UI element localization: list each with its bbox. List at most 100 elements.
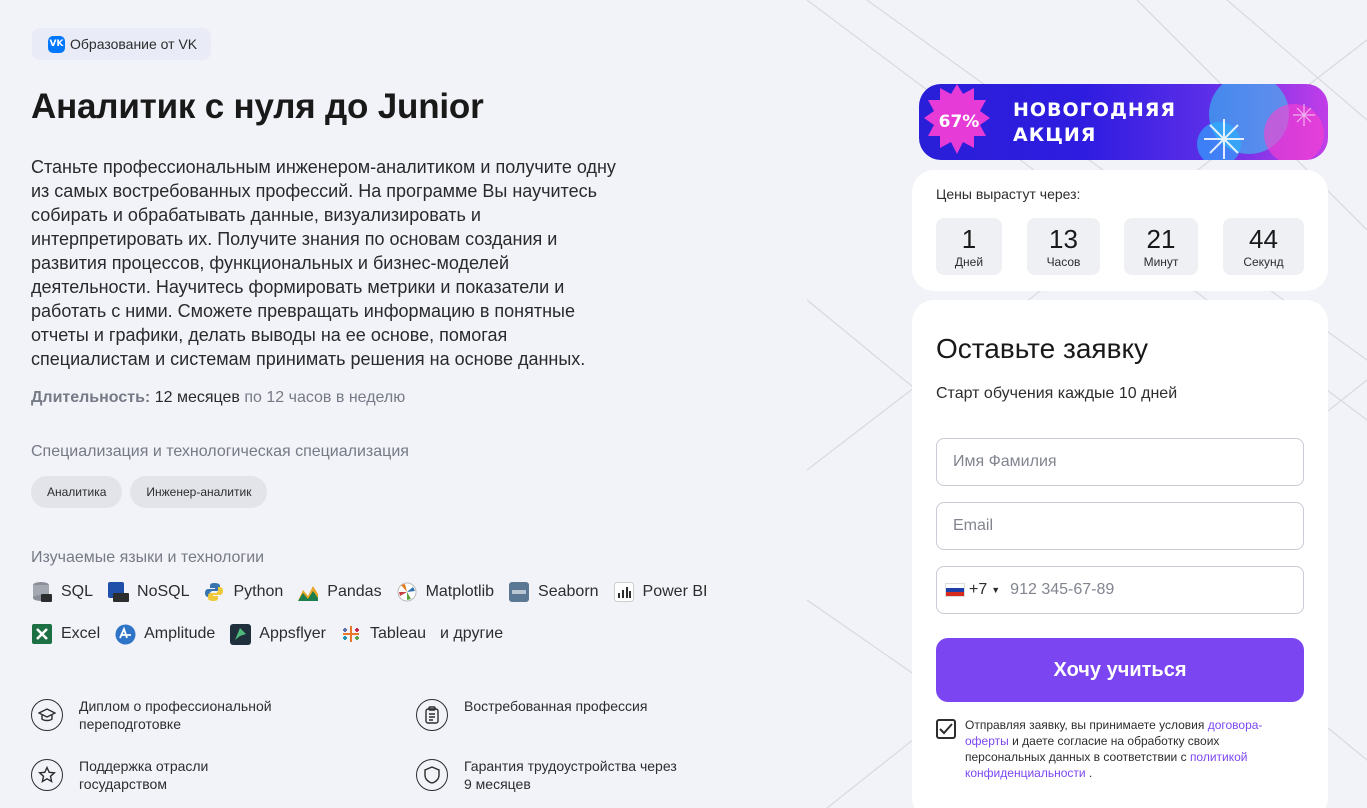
tech-label: Appsflyer [259,625,326,642]
phone-field: +7 ▼ [936,566,1304,614]
feature-text: Востребованная профессия [464,698,648,714]
timer-seconds-label: Секунд [1243,254,1284,269]
vk-education-badge[interactable]: VK Образование от VK [32,28,212,60]
technologies-title: Изучаемые языки и технологии [31,549,265,566]
feature-item: Поддержка отрасли государством [31,757,299,793]
form-title: Оставьте заявку [936,333,1149,364]
tech-item: Appsflyer [229,623,326,645]
consent-text-part3: . [1085,766,1093,780]
tableau-icon [340,623,362,645]
specialization-chips: Аналитика Инженер-аналитик [31,476,268,508]
tech-label: SQL [61,583,94,600]
page-title: Аналитик с нуля до Junior [31,87,484,126]
feature-text: Диплом о профессиональной переподготовке [79,698,272,732]
course-duration: Длительность: 12 месяцев по 12 часов в н… [31,389,405,407]
tech-item: Python [203,581,283,603]
tech-item: Seaborn [508,581,599,603]
email-input[interactable] [953,517,1287,535]
consent-block: Отправляя заявку, вы принимаете условия … [936,717,1304,781]
course-description: Станьте профессиональным инженером-анали… [31,157,616,369]
tech-others-label: и другие [440,625,504,642]
sql-icon [31,581,53,603]
feature-text: Поддержка отрасли государством [79,758,209,792]
timer-hours-label: Часов [1046,254,1081,269]
feature-item: Востребованная профессия [416,697,684,731]
consent-text-part1: Отправляя заявку, вы принимаете условия [965,718,1208,732]
tech-label: Tableau [369,625,427,642]
matplotlib-icon [396,581,418,603]
python-icon [203,581,225,603]
tech-label: Excel [61,625,101,642]
timer-hours: 13 Часов [1027,218,1100,275]
powerbi-icon [613,581,635,603]
timer-days: 1 Дней [936,218,1002,275]
tech-item: SQL [31,581,93,603]
feature-item: Диплом о профессиональной переподготовке [31,697,299,733]
tech-item: Excel [31,623,100,645]
promo-discount: 67% [938,112,980,132]
russia-flag-icon [945,583,965,597]
timer-minutes: 21 Минут [1124,218,1198,275]
timer-label: Цены вырастут через: [936,186,1081,202]
duration-extra: по 12 часов в неделю [244,389,406,406]
tech-item: Amplitude [114,623,215,645]
duration-value: 12 месяцев [154,389,240,406]
tech-label: Power BI [642,583,708,600]
checkmark-icon [939,723,953,735]
tech-label: Pandas [327,583,382,600]
phone-input[interactable] [1010,581,1287,599]
pandas-icon [297,581,319,603]
technologies-row-2: Excel Amplitude Appsflyer Tableau и друг… [31,623,503,645]
technologies-row-1: SQL NoSQL Python Pandas Matplotlib Seabo… [31,581,707,603]
promo-title: НОВОГОДНЯЯ АКЦИЯ [1013,98,1176,148]
consent-text: Отправляя заявку, вы принимаете условия … [965,717,1285,781]
tech-item: NoSQL [107,581,189,603]
submit-button[interactable]: Хочу учиться [936,638,1304,702]
tech-label: NoSQL [137,583,190,600]
tech-others: и другие [440,625,503,643]
graduation-cap-icon [31,699,63,731]
timer-seconds: 44 Секунд [1223,218,1304,275]
countdown-timer: Цены вырастут через: 1 Дней 13 Часов 21 … [912,170,1328,291]
email-field [936,502,1304,550]
tech-item: Power BI [613,581,708,603]
timer-seconds-value: 44 [1249,223,1278,254]
tech-item: Pandas [297,581,382,603]
country-code-select[interactable]: +7 ▼ [945,581,1000,599]
nosql-icon [107,581,130,603]
new-year-promo-banner[interactable]: 67% НОВОГОДНЯЯ АКЦИЯ [919,84,1328,160]
promo-title-line1: НОВОГОДНЯЯ [1013,99,1177,121]
form-subtitle: Старт обучения каждые 10 дней [936,385,1178,402]
timer-days-value: 1 [961,223,977,254]
star-icon [31,759,63,791]
vk-logo-icon: VK [48,35,65,53]
excel-icon [31,623,53,645]
specialization-title: Специализация и технологическая специали… [31,443,409,460]
name-field [936,438,1304,486]
tech-item: Matplotlib [396,581,494,603]
feature-item: Гарантия трудоустройства через 9 месяцев [416,757,684,793]
tech-label: Matplotlib [425,583,495,600]
amplitude-icon [114,623,136,645]
chip-engineer-analyst[interactable]: Инженер-аналитик [130,476,268,508]
tech-label: Python [233,583,284,600]
timer-hours-value: 13 [1049,223,1078,254]
tech-label: Amplitude [144,625,216,642]
timer-minutes-label: Минут [1143,254,1179,269]
timer-minutes-value: 21 [1146,223,1176,254]
name-input[interactable] [953,453,1287,471]
chip-analytics[interactable]: Аналитика [31,476,123,508]
application-form: Оставьте заявку Старт обучения каждые 10… [912,300,1328,808]
seaborn-icon [508,581,530,603]
shield-icon [416,759,448,791]
appsflyer-icon [229,623,251,645]
tech-item: Tableau [340,623,426,645]
phone-code: +7 [969,581,988,598]
duration-label: Длительность: [31,389,151,406]
tech-label: Seaborn [538,583,599,600]
clipboard-icon [416,699,448,731]
promo-title-line2: АКЦИЯ [1013,124,1097,146]
consent-checkbox[interactable] [936,719,956,739]
timer-days-label: Дней [954,254,984,269]
badge-label: Образование от VK [70,36,198,52]
